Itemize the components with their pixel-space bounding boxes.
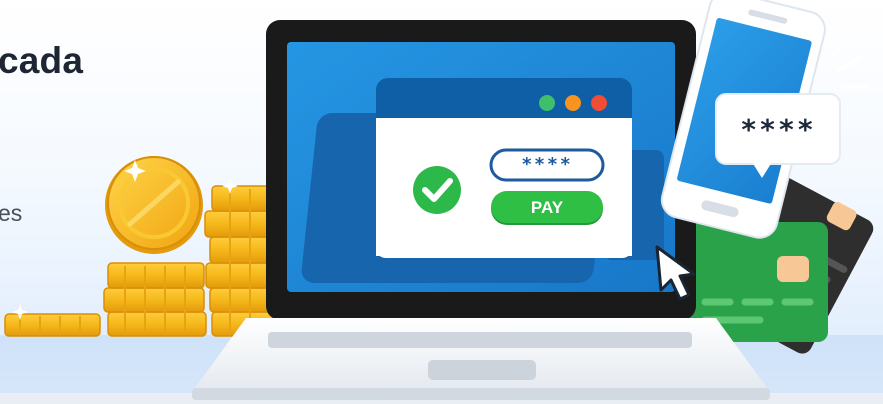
- check-circle-icon: [413, 166, 461, 214]
- trackpad: [428, 360, 536, 380]
- window-dot-red: [591, 95, 607, 111]
- hero-banner: cada es **** PAY ****: [0, 0, 883, 404]
- bubble-password-text: ****: [740, 113, 816, 146]
- coin-icon: [103, 262, 207, 337]
- illustration: [4, 0, 874, 400]
- coin-stacks: [4, 156, 283, 337]
- coin-icon: [105, 156, 203, 254]
- password-field[interactable]: ****: [492, 153, 602, 177]
- window-dot-orange: [565, 95, 581, 111]
- pay-button[interactable]: PAY: [491, 191, 603, 223]
- window-dot-green: [539, 95, 555, 111]
